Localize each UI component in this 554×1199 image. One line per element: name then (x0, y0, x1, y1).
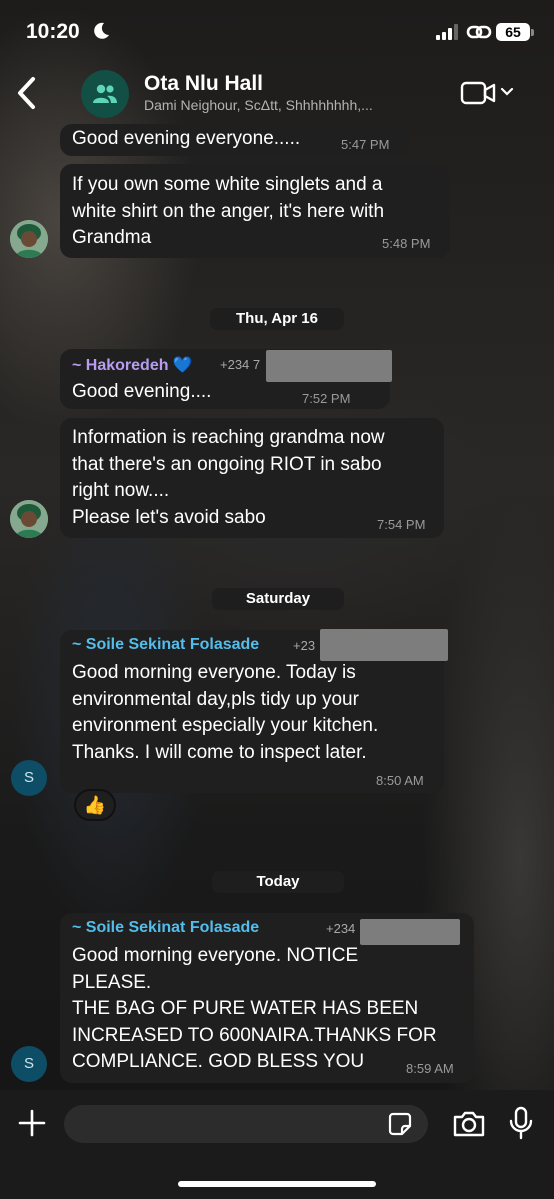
date-chip: Today (212, 871, 344, 893)
grandma-avatar-icon (10, 220, 48, 258)
message-time: 7:54 PM (377, 517, 426, 532)
date-chip: Thu, Apr 16 (210, 308, 344, 330)
home-indicator (178, 1181, 376, 1187)
mic-icon[interactable] (508, 1106, 534, 1140)
message-time: 8:59 AM (406, 1061, 454, 1076)
chat-title[interactable]: Ota Nlu Hall (144, 72, 263, 96)
reaction-badge[interactable]: 👍 (74, 789, 116, 821)
message-text: Information is reaching grandma now that… (72, 427, 385, 528)
message-composer (0, 1090, 554, 1199)
battery-tip (531, 29, 534, 36)
message-text: Good evening everyone..... (72, 128, 301, 149)
message-bubble[interactable]: If you own some white singlets and a whi… (60, 164, 450, 258)
group-icon (93, 84, 117, 103)
redaction-block (320, 629, 448, 661)
sender-phone: +234 (326, 921, 356, 936)
moon-icon (94, 22, 109, 39)
message-text: Good morning everyone. NOTICE PLEASE. TH… (72, 945, 437, 1072)
battery-indicator: 65 (496, 23, 530, 41)
link-icon (466, 25, 492, 39)
message-bubble[interactable]: Information is reaching grandma now that… (60, 418, 444, 538)
message-bubble[interactable]: ~ Hakoredeh 💙 +234 7 Good evening.... 7:… (60, 349, 392, 409)
date-chip: Saturday (212, 588, 344, 610)
message-text: If you own some white singlets and a whi… (72, 174, 385, 248)
message-time: 8:50 AM (376, 773, 424, 788)
sticker-icon[interactable] (388, 1112, 412, 1136)
chevron-down-icon[interactable] (500, 86, 514, 98)
avatar[interactable]: S (11, 1046, 47, 1082)
redaction-block (266, 350, 392, 382)
message-input[interactable] (64, 1105, 428, 1143)
back-icon[interactable] (14, 76, 40, 110)
group-avatar[interactable] (81, 70, 129, 118)
sender-name[interactable]: ~ Soile Sekinat Folasade (72, 636, 259, 654)
status-time: 10:20 (26, 20, 80, 43)
redaction-block (360, 919, 460, 945)
grandma-avatar-icon (10, 500, 48, 538)
sender-name[interactable]: ~ Soile Sekinat Folasade (72, 919, 259, 937)
camera-icon[interactable] (452, 1110, 486, 1138)
avatar[interactable] (10, 220, 48, 258)
avatar[interactable] (10, 500, 48, 538)
message-text: Good morning everyone. Today is environm… (72, 662, 379, 763)
chat-header: Ota Nlu Hall Dami Neighour, ScΔtt, Shhhh… (0, 62, 554, 124)
message-time: 5:47 PM (341, 137, 390, 152)
message-bubble[interactable]: Good evening everyone..... 5:47 PM (60, 124, 410, 156)
sender-phone: +234 7 (220, 357, 261, 372)
avatar[interactable]: S (11, 760, 47, 796)
message-bubble[interactable]: ~ Soile Sekinat Folasade +234 Good morni… (60, 913, 474, 1083)
signal-icon (436, 24, 458, 40)
message-text: Good evening.... (72, 381, 212, 402)
message-bubble[interactable]: ~ Soile Sekinat Folasade +23 Good mornin… (60, 629, 448, 793)
status-bar: 10:20 65 (0, 0, 554, 62)
chat-subtitle[interactable]: Dami Neighour, ScΔtt, Shhhhhhhh,... (144, 97, 434, 113)
sender-name[interactable]: ~ Hakoredeh 💙 (72, 355, 193, 375)
video-icon[interactable] (460, 80, 496, 106)
message-time: 7:52 PM (302, 391, 351, 406)
plus-icon[interactable] (18, 1109, 46, 1137)
message-time: 5:48 PM (382, 236, 431, 251)
sender-phone: +23 (293, 638, 316, 653)
